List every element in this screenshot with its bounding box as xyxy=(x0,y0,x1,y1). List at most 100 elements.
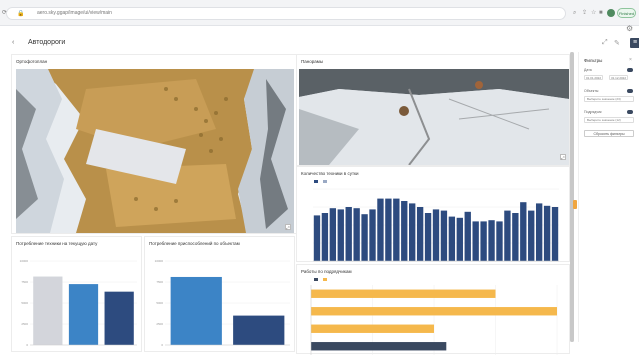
chart-bar xyxy=(337,209,344,261)
y-tick-label: 7500 xyxy=(21,280,28,284)
date-toggle[interactable] xyxy=(627,68,633,72)
chart-bar xyxy=(551,207,559,261)
chart-bar xyxy=(448,216,456,261)
chart-bar xyxy=(353,208,360,261)
chart-bar xyxy=(68,284,99,345)
back-arrow-icon[interactable]: ‹ xyxy=(12,39,14,46)
orthophoto-card: Ортофотоплан ⤢ xyxy=(11,54,297,234)
chart-bar xyxy=(361,214,368,261)
panorama-image[interactable]: ⤢ xyxy=(299,69,569,165)
reset-filters-button[interactable]: Сбросить фильтры xyxy=(584,130,634,137)
chart-bar xyxy=(329,208,337,261)
lock-icon: 🔒 xyxy=(17,11,25,17)
chart-bar xyxy=(464,211,471,261)
chart-bar xyxy=(488,220,495,261)
legend-swatch xyxy=(314,179,318,183)
chart-bar xyxy=(401,201,408,261)
chart-bar xyxy=(409,203,416,261)
chart-bar xyxy=(504,210,511,261)
chart-bar xyxy=(33,276,63,345)
chart2-svg: 10000 7500 5000 2500 0 xyxy=(155,259,290,347)
object-label: Объекты xyxy=(584,89,599,93)
panorama-card: Панорамы ⤢ xyxy=(296,54,570,166)
chart-bar xyxy=(472,221,479,261)
share-icon[interactable]: ⇪ xyxy=(582,10,587,16)
chart-bar xyxy=(456,217,463,261)
filter-panel: Фильтры × Дата 01.01.2022 31.12.2022 Объ… xyxy=(578,52,636,342)
y-tick-label: 2500 xyxy=(156,322,163,326)
date-label: Дата xyxy=(584,68,592,72)
chart-bar xyxy=(345,207,352,261)
chart3-title: Количество техники в сутки xyxy=(301,171,359,176)
filter-toggle-button[interactable]: ≡ xyxy=(630,38,639,48)
chart1-svg: 10000 7500 5000 2500 0 xyxy=(20,259,137,347)
chart-bar xyxy=(311,342,447,351)
chart-bar xyxy=(311,307,557,316)
y-tick-label: 5000 xyxy=(21,301,28,305)
chart-bar xyxy=(424,213,432,261)
contractor-select[interactable]: Выберите значение (12) xyxy=(584,117,634,123)
object-toggle[interactable] xyxy=(627,89,633,93)
chart-bar xyxy=(512,213,519,261)
chart-bar xyxy=(104,291,134,345)
page-title: Автодороги xyxy=(28,39,66,46)
y-tick-label: 5000 xyxy=(156,301,163,305)
star-icon[interactable]: ☆ xyxy=(591,10,596,16)
legend-swatch xyxy=(322,277,327,281)
y-tick-label: 10000 xyxy=(155,259,164,263)
orthophoto-title: Ортофотоплан xyxy=(16,59,48,64)
date-from-field[interactable]: 01.01.2022 xyxy=(584,75,604,80)
chart-bar xyxy=(535,203,543,261)
chart-bar xyxy=(321,213,329,261)
address-bar[interactable]: 🔒 aero.sky.ggap/image/ui/view/main xyxy=(6,7,566,20)
status-badge[interactable]: Finished xyxy=(617,8,636,18)
object-select[interactable]: Выберите значение (23) xyxy=(584,96,634,102)
chart3-legend xyxy=(311,179,328,183)
orthophoto-image[interactable]: ⤢ xyxy=(16,69,294,233)
extension-icon[interactable]: ■ xyxy=(599,10,603,16)
fullscreen-icon[interactable]: ⤢ xyxy=(602,39,608,47)
chart-bar xyxy=(432,209,440,261)
panel-resize-handle[interactable] xyxy=(573,200,577,209)
chart-card-contractors: Работы по подрядчикам xyxy=(296,264,570,355)
chart-bar xyxy=(393,198,400,261)
chart-bar xyxy=(311,289,496,298)
chart-bar xyxy=(480,221,487,261)
page-header: ‹ Автодороги ⤢ ✎ ≡ xyxy=(8,36,639,52)
chart2-title: Потребление приспособлений по объектам xyxy=(149,241,240,246)
chart-bar xyxy=(440,210,448,261)
search-icon[interactable]: ⌕ xyxy=(573,10,576,16)
chart1-title: Потребление техники на текущую дату xyxy=(16,241,98,246)
contractor-toggle[interactable] xyxy=(627,110,633,114)
close-icon[interactable]: × xyxy=(629,57,632,63)
expand-icon[interactable]: ⤢ xyxy=(560,154,566,160)
profile-avatar[interactable] xyxy=(607,9,615,17)
chart-card-equipment: Потребление приспособлений по объектам 1… xyxy=(144,236,295,352)
legend-swatch xyxy=(322,179,327,183)
expand-icon[interactable]: ⤢ xyxy=(285,224,291,230)
url-text: aero.sky.ggap/image/ui/view/main xyxy=(37,10,112,16)
chart4-svg xyxy=(310,285,558,355)
chart-bar xyxy=(416,207,424,261)
gear-icon[interactable]: ⚙ xyxy=(626,24,633,33)
chart3-svg xyxy=(313,188,559,262)
chart-bar xyxy=(311,324,434,333)
chart-card-tech: Потребление техники на текущую дату 1000… xyxy=(11,236,142,352)
contractor-label: Подрядчик xyxy=(584,110,602,114)
chart-bar xyxy=(528,210,535,261)
y-tick-label: 0 xyxy=(161,343,163,347)
y-tick-label: 7500 xyxy=(156,280,163,284)
scrollbar-thumb[interactable] xyxy=(570,52,574,342)
chart-bar xyxy=(233,315,285,345)
panorama-title: Панорамы xyxy=(301,59,324,64)
edit-icon[interactable]: ✎ xyxy=(614,39,620,47)
browser-toolbar: ⟳ 🔒 aero.sky.ggap/image/ui/view/main ⌕ ⇪… xyxy=(0,0,639,26)
date-to-field[interactable]: 31.12.2022 xyxy=(609,75,629,80)
chart-bar xyxy=(543,205,551,261)
chart-bar xyxy=(377,198,384,261)
chart4-title: Работы по подрядчикам xyxy=(301,269,352,274)
chart-bar xyxy=(170,276,222,345)
chart-bar xyxy=(369,209,376,261)
y-tick-label: 10000 xyxy=(20,259,29,263)
y-tick-label: 2500 xyxy=(21,322,28,326)
